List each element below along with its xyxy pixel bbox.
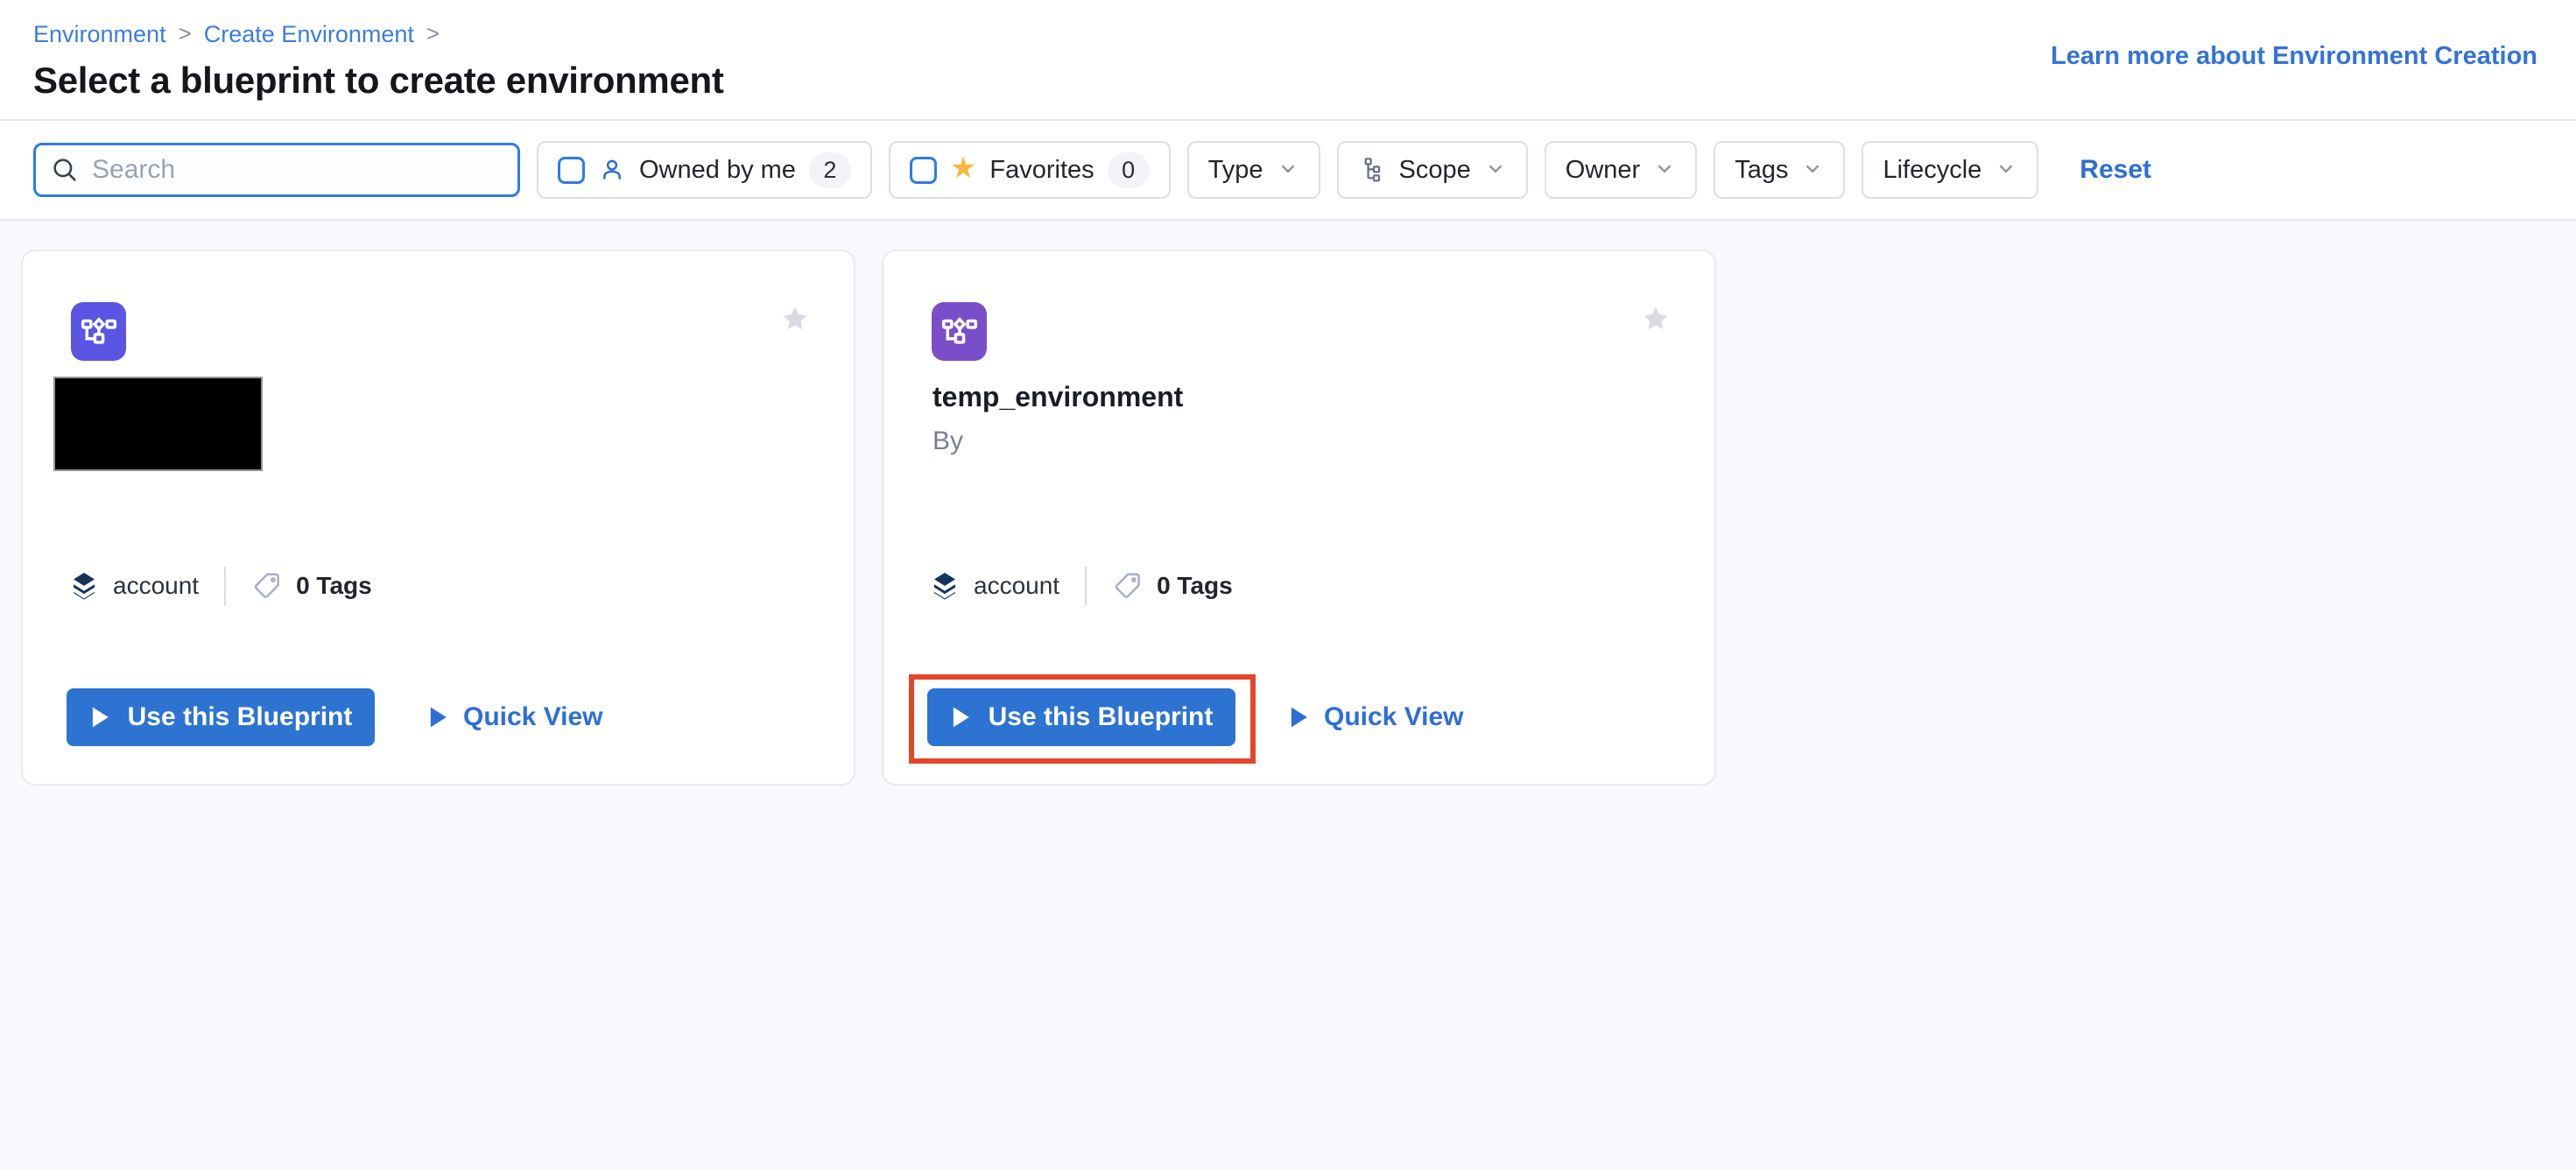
reset-filters-button[interactable]: Reset <box>2080 155 2151 185</box>
search-input[interactable] <box>92 155 503 185</box>
quick-view-link[interactable]: Quick View <box>1288 702 1464 732</box>
blueprint-card-temp-environment: temp_environment By account <box>882 250 1716 786</box>
favorites-star-icon: ★ <box>950 153 976 183</box>
favorites-checkbox[interactable] <box>910 157 937 184</box>
search-box[interactable] <box>33 143 520 197</box>
owned-by-me-label: Owned by me <box>639 156 796 185</box>
play-icon <box>89 706 110 729</box>
card-actions: Use this Blueprint Quick View <box>67 688 603 746</box>
scope-filter-dropdown[interactable]: Scope <box>1337 141 1528 199</box>
quick-view-label: Quick View <box>1324 702 1464 732</box>
play-icon <box>1288 706 1309 729</box>
use-this-blueprint-button[interactable]: Use this Blueprint <box>927 688 1235 746</box>
tags-count-label: 0 Tags <box>1157 572 1233 600</box>
favorites-filter[interactable]: ★ Favorites 0 <box>889 141 1171 199</box>
search-icon <box>50 155 80 185</box>
tags-count-label: 0 Tags <box>296 572 372 600</box>
card-meta-row: account 0 Tags <box>68 567 372 605</box>
card-meta-row: account 0 Tags <box>929 567 1233 605</box>
tags-filter-label: Tags <box>1735 156 1788 185</box>
chevron-down-icon <box>1484 157 1507 187</box>
filter-bar: Owned by me 2 ★ Favorites 0 Type <box>0 121 2576 221</box>
lifecycle-filter-label: Lifecycle <box>1883 156 1981 185</box>
favorites-label: Favorites <box>989 156 1094 185</box>
play-icon <box>427 706 448 729</box>
page-header: Environment > Create Environment > Selec… <box>0 0 2576 121</box>
lifecycle-filter-dropdown[interactable]: Lifecycle <box>1862 141 2038 199</box>
scope-label: account <box>974 572 1059 600</box>
learn-more-link[interactable]: Learn more about Environment Creation <box>2051 42 2537 71</box>
use-this-blueprint-label: Use this Blueprint <box>989 702 1214 732</box>
quick-view-label: Quick View <box>463 702 603 732</box>
blueprint-name: temp_environment <box>933 381 1183 413</box>
card-actions: Use this Blueprint Quick View <box>927 688 1464 746</box>
quick-view-link[interactable]: Quick View <box>427 702 603 732</box>
tag-icon <box>1112 570 1144 602</box>
owned-by-me-filter[interactable]: Owned by me 2 <box>537 141 872 199</box>
favorites-count-badge: 0 <box>1108 152 1150 188</box>
blueprint-card: account 0 Tags Use <box>21 250 855 786</box>
divider <box>224 567 226 605</box>
owned-by-me-count-badge: 2 <box>809 152 851 188</box>
type-filter-dropdown[interactable]: Type <box>1187 141 1320 199</box>
chevron-down-icon <box>1653 157 1676 187</box>
favorite-star-icon[interactable] <box>1641 304 1671 338</box>
redacted-blueprint-name <box>53 377 263 471</box>
account-scope-icon <box>68 570 100 602</box>
breadcrumb-environment[interactable]: Environment <box>33 21 166 48</box>
tags-filter-dropdown[interactable]: Tags <box>1714 141 1845 199</box>
play-icon <box>950 706 971 729</box>
use-this-blueprint-label: Use this Blueprint <box>128 702 353 732</box>
chevron-down-icon <box>1995 157 2017 187</box>
scope-label: account <box>113 572 199 600</box>
breadcrumb-create-environment[interactable]: Create Environment <box>204 21 414 48</box>
divider <box>1085 567 1087 605</box>
owner-filter-dropdown[interactable]: Owner <box>1545 141 1697 199</box>
person-icon <box>598 156 626 184</box>
breadcrumb-separator-icon: > <box>426 20 440 47</box>
scope-filter-label: Scope <box>1399 156 1471 185</box>
blueprint-list: account 0 Tags Use <box>0 221 2576 1170</box>
blueprint-tile-icon <box>932 302 987 361</box>
owned-by-me-checkbox[interactable] <box>558 157 585 184</box>
blueprint-catalog-page: Environment > Create Environment > Selec… <box>0 0 2576 1170</box>
owner-filter-label: Owner <box>1566 156 1640 185</box>
blueprint-tile-icon <box>71 302 126 361</box>
account-scope-icon <box>929 570 961 602</box>
use-this-blueprint-button[interactable]: Use this Blueprint <box>67 688 375 746</box>
favorite-star-icon[interactable] <box>780 304 810 338</box>
hierarchy-icon <box>1358 156 1386 184</box>
breadcrumb-separator-icon: > <box>179 20 192 47</box>
tag-icon <box>251 570 283 602</box>
type-filter-label: Type <box>1208 156 1263 185</box>
chevron-down-icon <box>1277 157 1299 187</box>
chevron-down-icon <box>1801 157 1824 187</box>
blueprint-author-label: By <box>933 426 963 456</box>
